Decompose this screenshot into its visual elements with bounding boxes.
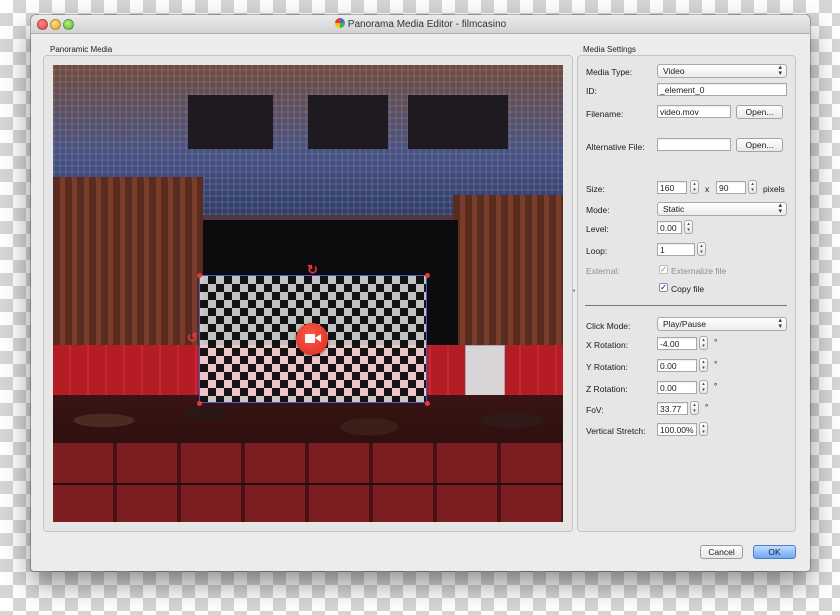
filename-label: Filename: [586, 109, 624, 119]
resize-handle-bottom-left[interactable] [197, 401, 202, 406]
externalize-file-label: Externalize file [671, 266, 727, 276]
level-input[interactable]: 0.00 [657, 221, 682, 234]
alternative-file-input[interactable] [657, 138, 731, 151]
stepper-icon[interactable]: ▴ ▾ [699, 336, 708, 350]
video-camera-icon[interactable] [296, 323, 328, 355]
checkmark-icon: ✓ [660, 283, 667, 292]
external-label: External: [586, 266, 620, 276]
stepper-icon[interactable]: ▴ ▾ [699, 380, 708, 394]
y-rotation-unit: ° [714, 359, 718, 369]
curtain-left [53, 177, 203, 347]
size-unit: pixels [763, 184, 785, 194]
ok-button[interactable]: OK [753, 545, 796, 559]
panoramic-media-label: Panoramic Media [50, 45, 113, 54]
size-separator: x [705, 184, 710, 194]
click-mode-value: Play/Pause [663, 319, 706, 329]
z-rotation-unit: ° [714, 381, 718, 391]
filename-open-button[interactable]: Open... [736, 105, 783, 119]
panorama-viewport[interactable]: ↻ ↺ [53, 65, 563, 522]
up-down-arrows-icon: ▴ ▾ [778, 317, 782, 330]
media-type-value: Video [663, 66, 685, 76]
media-type-label: Media Type: [586, 67, 633, 77]
stepper-icon[interactable]: ▴ ▾ [699, 422, 708, 436]
externalize-file-checkbox: ✓ [659, 265, 668, 274]
stepper-icon[interactable]: ▴ ▾ [690, 180, 699, 194]
resize-handle-bottom-right[interactable] [425, 401, 430, 406]
alternative-file-open-button[interactable]: Open... [736, 138, 783, 152]
stepper-icon[interactable]: ▴ ▾ [748, 180, 757, 194]
seat-row [53, 485, 563, 522]
editor-window: Panorama Media Editor - filmcasino Panor… [31, 15, 810, 571]
checkmark-icon: ✓ [660, 265, 667, 274]
vertical-stretch-input[interactable]: 100.00% [657, 423, 697, 436]
app-icon [334, 18, 345, 28]
copy-file-checkbox[interactable]: ✓ [659, 283, 668, 292]
z-rotation-label: Z Rotation: [586, 384, 628, 394]
mode-label: Mode: [586, 205, 610, 215]
fov-input[interactable]: 33.77 [657, 402, 688, 415]
loop-label: Loop: [586, 246, 608, 256]
y-rotation-label: Y Rotation: [586, 362, 628, 372]
seat-row [53, 443, 563, 483]
up-down-arrows-icon: ▴ ▾ [778, 202, 782, 215]
stepper-icon[interactable]: ▴ ▾ [684, 220, 693, 234]
x-rotation-label: X Rotation: [586, 340, 629, 350]
rotate-icon[interactable]: ↺ [187, 331, 198, 344]
curtain-right [453, 195, 563, 345]
size-height-input[interactable]: 90 [716, 181, 746, 194]
ceiling-panel [408, 95, 508, 149]
window-title-area: Panorama Media Editor - filmcasino [31, 18, 810, 30]
x-rotation-unit: ° [714, 337, 718, 347]
stepper-icon[interactable]: ▴ ▾ [697, 242, 706, 256]
vertical-stretch-label: Vertical Stretch: [586, 426, 646, 436]
x-rotation-input[interactable]: -4.00 [657, 337, 697, 350]
media-type-select[interactable]: Video ▴ ▾ [657, 64, 787, 78]
id-input[interactable]: _element_0 [657, 83, 787, 96]
alternative-file-label: Alternative File: [586, 142, 645, 152]
y-rotation-input[interactable]: 0.00 [657, 359, 697, 372]
media-settings-label: Media Settings [583, 45, 636, 54]
copy-file-label: Copy file [671, 284, 705, 294]
id-label: ID: [586, 86, 597, 96]
ceiling-panel [308, 95, 388, 149]
settings-divider [585, 305, 787, 306]
filename-input[interactable]: video.mov [657, 105, 731, 118]
loop-input[interactable]: 1 [657, 243, 695, 256]
resize-handle-top-right[interactable] [425, 273, 430, 278]
z-rotation-input[interactable]: 0.00 [657, 381, 697, 394]
title-bar[interactable]: Panorama Media Editor - filmcasino [31, 15, 810, 34]
click-mode-label: Click Mode: [586, 321, 631, 331]
stepper-icon[interactable]: ▴ ▾ [690, 401, 699, 415]
size-label: Size: [586, 184, 605, 194]
splitter-handle[interactable]: ◂ [572, 287, 575, 294]
fov-label: FoV: [586, 405, 604, 415]
cancel-button[interactable]: Cancel [700, 545, 743, 559]
click-mode-select[interactable]: Play/Pause ▴ ▾ [657, 317, 787, 331]
ceiling-panel [188, 95, 273, 149]
size-width-input[interactable]: 160 [657, 181, 687, 194]
mode-select[interactable]: Static ▴ ▾ [657, 202, 787, 216]
stepper-icon[interactable]: ▴ ▾ [699, 358, 708, 372]
mode-value: Static [663, 204, 685, 214]
rotate-icon[interactable]: ↻ [307, 263, 318, 276]
fov-unit: ° [705, 402, 709, 412]
up-down-arrows-icon: ▴ ▾ [778, 64, 782, 77]
level-label: Level: [586, 224, 609, 234]
resize-handle-top-left[interactable] [197, 273, 202, 278]
window-title: Panorama Media Editor - filmcasino [347, 19, 507, 30]
